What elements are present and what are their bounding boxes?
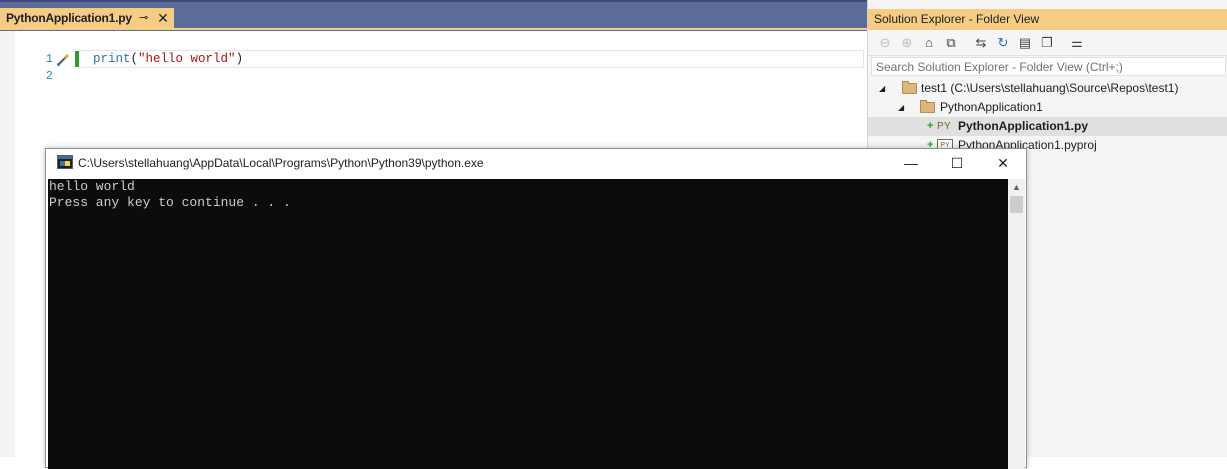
show-all-files-icon[interactable]: ❐ (1039, 35, 1055, 51)
editor-glyph-margin (0, 31, 15, 457)
properties-icon[interactable]: ⚌ (1069, 35, 1085, 51)
code-function-token: print (93, 52, 131, 66)
search-input[interactable] (872, 58, 1225, 75)
pin-icon[interactable]: ⊸ (139, 11, 151, 25)
sync-icon[interactable]: ⇆ (973, 35, 989, 51)
code-string-token: "hello world" (138, 52, 236, 66)
solution-explorer-search[interactable] (871, 57, 1226, 76)
refresh-icon[interactable]: ↻ (995, 35, 1011, 51)
active-tab-underline (0, 28, 867, 30)
folder-icon (902, 81, 917, 94)
tree-node-label: test1 (C:\Users\stellahuang\Source\Repos… (921, 81, 1179, 95)
code-paren-close: ) (235, 52, 244, 66)
editor-tab-strip: PythonApplication1.py ⊸ ✕ (0, 0, 867, 31)
close-button[interactable]: ✕ (980, 149, 1026, 178)
code-line-1[interactable]: print("hello world") (93, 52, 243, 66)
folder-icon (920, 100, 935, 113)
tree-node-py-file[interactable]: + PY PythonApplication1.py (868, 117, 1227, 136)
tab-python-application1[interactable]: PythonApplication1.py ⊸ ✕ (0, 8, 174, 28)
change-tracking-bar (75, 51, 79, 67)
quick-action-screwdriver-icon[interactable] (55, 52, 71, 68)
tree-node-label: PythonApplication1.py (958, 119, 1089, 133)
maximize-button[interactable]: ☐ (934, 149, 980, 178)
minimize-button[interactable]: — (888, 149, 934, 178)
console-line: hello world (49, 179, 135, 194)
tree-node-label: PythonApplication1 (940, 100, 1043, 114)
console-output[interactable]: hello world Press any key to continue . .… (48, 179, 1008, 469)
tab-title: PythonApplication1.py (6, 11, 132, 25)
tree-node-root[interactable]: ◢ test1 (C:\Users\stellahuang\Source\Rep… (868, 79, 1227, 98)
python-file-icon: PY (937, 121, 951, 132)
collapse-all-icon[interactable]: ▤ (1017, 35, 1033, 51)
home-icon[interactable]: ⌂ (921, 35, 937, 51)
console-title: C:\Users\stellahuang\AppData\Local\Progr… (78, 156, 484, 170)
scrollbar-thumb[interactable] (1010, 196, 1023, 213)
tab-strip-border (0, 0, 867, 2)
scroll-up-arrow-icon[interactable]: ▲ (1008, 179, 1025, 196)
solution-explorer-toolbar: ⊖ ⊕ ⌂ ⧉ ⇆ ↻ ▤ ❐ ⚌ (868, 31, 1227, 56)
python-console-icon (57, 155, 73, 169)
tree-node-folder[interactable]: ◢ PythonApplication1 (868, 98, 1227, 117)
console-title-bar[interactable]: C:\Users\stellahuang\AppData\Local\Progr… (46, 149, 1026, 178)
added-file-icon: + (927, 120, 934, 132)
forward-icon[interactable]: ⊕ (899, 35, 915, 51)
solution-explorer-title: Solution Explorer - Folder View (868, 9, 1227, 30)
line-number: 2 (45, 69, 53, 83)
back-icon[interactable]: ⊖ (877, 35, 893, 51)
console-scrollbar[interactable]: ▲ (1008, 179, 1025, 469)
expand-triangle-icon[interactable]: ◢ (898, 98, 908, 117)
line-number: 1 (45, 52, 53, 66)
switch-views-icon[interactable]: ⧉ (943, 35, 959, 51)
console-line: Press any key to continue . . . (49, 195, 291, 210)
expand-triangle-icon[interactable]: ◢ (879, 79, 889, 98)
code-paren-open: ( (130, 52, 139, 66)
console-window[interactable]: C:\Users\stellahuang\AppData\Local\Progr… (45, 148, 1027, 469)
console-text: hello world Press any key to continue . .… (49, 179, 291, 211)
close-tab-icon[interactable]: ✕ (156, 10, 170, 26)
